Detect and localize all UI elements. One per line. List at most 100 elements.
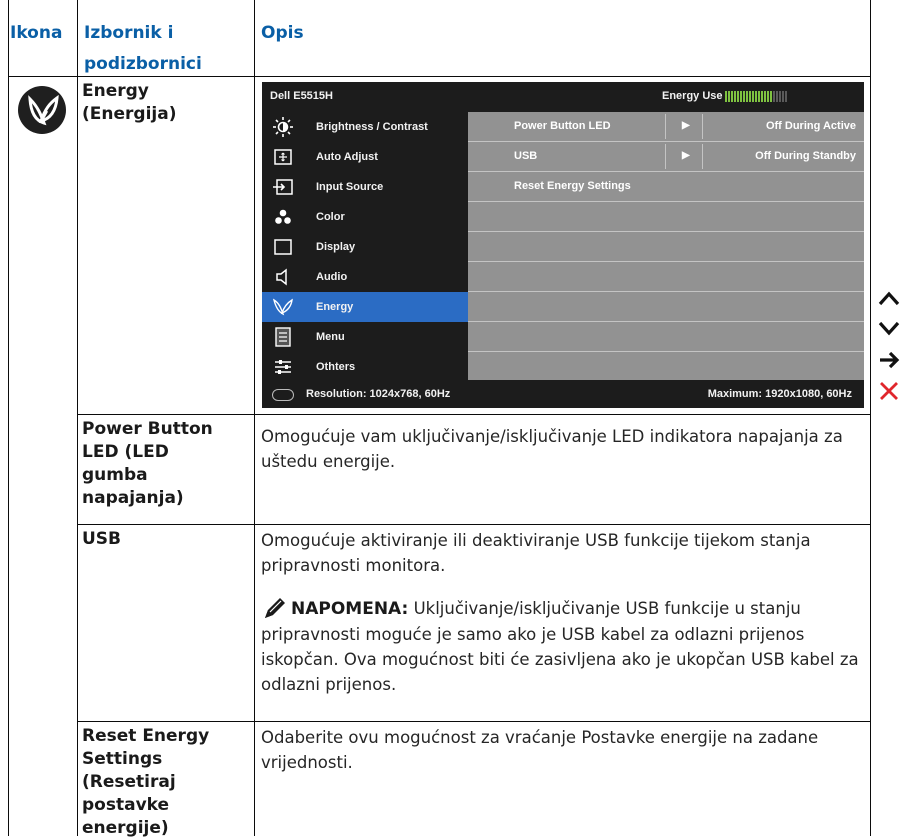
menu-power-button-led: Power Button LED (LED gumba napajanja) xyxy=(82,419,213,508)
down-arrow-icon[interactable] xyxy=(875,315,903,343)
chevron-right-icon: ▶ xyxy=(682,120,690,131)
energy-meter-segment xyxy=(752,91,754,102)
brightness-icon xyxy=(270,115,296,139)
osd-footer-maximum: Maximum: 1920x1080, 60Hz xyxy=(707,388,852,400)
osd-item-label: Energy xyxy=(316,301,354,313)
input-connector-icon xyxy=(272,389,294,401)
osd-item-brightness-contrast[interactable]: Brightness / Contrast xyxy=(262,112,468,142)
osd-item-label: Brightness / Contrast xyxy=(316,121,428,133)
energy-meter-segment xyxy=(758,91,760,102)
divider xyxy=(665,114,666,139)
menu-reset-energy-settings: Reset Energy Settings (Resetiraj postavk… xyxy=(82,726,210,838)
chevron-right-icon: ▶ xyxy=(682,150,690,161)
description-usb: Omogućuje aktiviranje ili deaktiviranje … xyxy=(261,531,811,575)
osd-item-label: Color xyxy=(316,211,345,223)
osd-sub-empty xyxy=(468,322,864,352)
energy-meter-segment xyxy=(728,91,730,102)
osd-item-menu[interactable]: Menu xyxy=(262,322,468,352)
osd-item-display[interactable]: Display xyxy=(262,232,468,262)
osd-item-label: Input Source xyxy=(316,181,384,193)
table-grid-line xyxy=(77,524,871,525)
header-menu-column: Izbornik i podizbornici xyxy=(84,23,202,74)
osd-item-label: Othters xyxy=(316,361,356,373)
table-grid-line xyxy=(77,0,78,836)
up-arrow-icon[interactable] xyxy=(875,284,903,312)
close-icon[interactable] xyxy=(875,377,903,405)
table-grid-line xyxy=(254,0,255,836)
description-reset-energy-settings: Odaberite ovu mogućnost za vraćanje Post… xyxy=(261,728,819,772)
auto-adjust-icon xyxy=(270,145,296,169)
osd-item-label: Auto Adjust xyxy=(316,151,378,163)
osd-menu: Dell E5515H Energy Use Brightness / Cont… xyxy=(262,82,864,408)
osd-item-color[interactable]: Color xyxy=(262,202,468,232)
energy-icon xyxy=(270,295,296,319)
energy-meter-segment xyxy=(740,91,742,102)
energy-meter-segment xyxy=(782,91,784,102)
osd-sub-value: Off During Active xyxy=(765,120,856,132)
energy-meter-segment xyxy=(779,91,781,102)
divider xyxy=(702,144,703,169)
others-icon xyxy=(270,355,296,379)
header-description-column: Opis xyxy=(261,23,304,43)
usb-note: NAPOMENA: Uključivanje/isključivanje USB… xyxy=(261,596,861,697)
energy-meter-segment xyxy=(749,91,751,102)
osd-sub-power-button-led[interactable]: Power Button LED ▶ Off During Active xyxy=(468,112,864,142)
divider xyxy=(665,144,666,169)
energy-meter-segment xyxy=(761,91,763,102)
table-grid-line xyxy=(77,721,871,722)
energy-meter-segment xyxy=(737,91,739,102)
osd-sub-empty xyxy=(468,262,864,292)
audio-icon xyxy=(270,265,296,289)
energy-meter-segment xyxy=(743,91,745,102)
osd-item-label: Audio xyxy=(316,271,348,283)
table-grid-line xyxy=(870,0,871,836)
osd-sub-empty xyxy=(468,232,864,262)
menu-icon xyxy=(270,325,296,349)
osd-energy-submenu: Power Button LED ▶ Off During Active USB… xyxy=(468,112,864,380)
energy-meter-segment xyxy=(746,91,748,102)
osd-item-auto-adjust[interactable]: Auto Adjust xyxy=(262,142,468,172)
osd-item-energy[interactable]: Energy xyxy=(262,292,468,322)
osd-item-input-source[interactable]: Input Source xyxy=(262,172,468,202)
energy-meter-segment xyxy=(767,91,769,102)
header-icon-column: Ikona xyxy=(10,23,63,43)
osd-item-others[interactable]: Othters xyxy=(262,352,468,382)
energy-meter-segment xyxy=(731,91,733,102)
energy-meter-segment xyxy=(773,91,775,102)
osd-item-label: Menu xyxy=(316,331,345,343)
osd-sub-empty xyxy=(468,202,864,232)
osd-footer-resolution: Resolution: 1024x768, 60Hz xyxy=(306,388,451,400)
table-grid-line xyxy=(77,414,871,415)
osd-item-audio[interactable]: Audio xyxy=(262,262,468,292)
energy-meter-segment xyxy=(785,91,787,102)
menu-energy-title: Energy (Energija) xyxy=(82,81,177,124)
note-label: NAPOMENA: xyxy=(291,599,409,619)
energy-meter-segment xyxy=(764,91,766,102)
osd-sub-label: Reset Energy Settings xyxy=(514,180,631,192)
menu-usb: USB xyxy=(82,529,122,549)
osd-model-title: Dell E5515H xyxy=(270,90,333,102)
osd-sub-value: Off During Standby xyxy=(755,150,856,162)
divider xyxy=(702,114,703,139)
right-arrow-icon[interactable] xyxy=(875,346,903,374)
color-icon xyxy=(270,205,296,229)
osd-sub-empty xyxy=(468,292,864,322)
energy-use-label: Energy Use xyxy=(662,90,723,102)
osd-sub-label: Power Button LED xyxy=(514,120,611,132)
osd-sub-empty xyxy=(468,352,864,380)
osd-item-label: Display xyxy=(316,241,356,253)
input-source-icon xyxy=(270,175,296,199)
display-icon xyxy=(270,235,296,259)
energy-meter-segment xyxy=(734,91,736,102)
energy-meter-segment xyxy=(725,91,727,102)
osd-sub-label: USB xyxy=(514,150,538,162)
energy-meter-segment xyxy=(755,91,757,102)
osd-sub-reset-energy-settings[interactable]: Reset Energy Settings xyxy=(468,172,864,202)
energy-meter-segment xyxy=(776,91,778,102)
energy-meter-segment xyxy=(770,91,772,102)
table-grid-line xyxy=(8,0,9,836)
osd-footer: Resolution: 1024x768, 60Hz Maximum: 1920… xyxy=(262,380,864,408)
description-power-button-led: Omogućuje vam uključivanje/isključivanje… xyxy=(261,427,843,471)
osd-main-menu: Brightness / Contrast Auto Adjust Input … xyxy=(262,112,468,380)
osd-sub-usb[interactable]: USB ▶ Off During Standby xyxy=(468,142,864,172)
